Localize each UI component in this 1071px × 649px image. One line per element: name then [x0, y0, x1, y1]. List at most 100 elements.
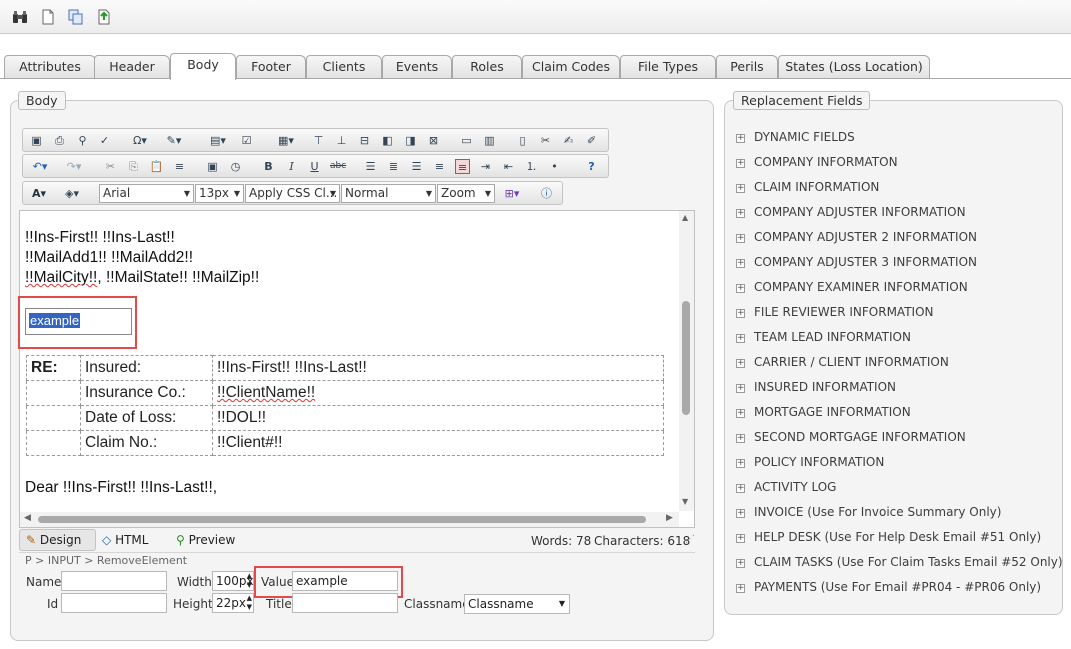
vertical-scrollbar[interactable]: ▲ ▼ — [679, 211, 694, 511]
spellcheck-icon[interactable]: ✓ — [97, 133, 112, 148]
tab-states-loss-location[interactable]: States (Loss Location) — [778, 55, 930, 79]
special-paste-icon[interactable]: ▣ — [205, 159, 220, 174]
paste-icon[interactable]: 📋 — [149, 159, 164, 174]
tab-footer[interactable]: Footer — [236, 55, 306, 79]
tree-item[interactable]: + DYNAMIC FIELDS — [736, 130, 855, 144]
help-icon[interactable]: ? — [584, 159, 599, 174]
horizontal-scroll-thumb[interactable] — [38, 516, 646, 523]
expand-icon[interactable]: + — [736, 234, 745, 243]
align-center-icon[interactable]: ≣ — [386, 159, 401, 174]
cut-cell-icon[interactable]: ✂ — [538, 133, 553, 148]
tree-item[interactable]: + COMPANY EXAMINER INFORMATION — [736, 280, 968, 294]
name-field[interactable] — [61, 571, 167, 591]
checkbox-icon[interactable]: ☑ — [239, 133, 254, 148]
redo-icon[interactable]: ↷▾ — [63, 159, 85, 174]
font-color-icon[interactable]: A▾ — [29, 186, 49, 201]
table-icon[interactable]: ▦▾ — [275, 133, 297, 148]
tree-item[interactable]: + HELP DESK (Use For Help Desk Email #51 … — [736, 530, 1041, 544]
expand-icon[interactable]: + — [736, 409, 745, 418]
tab-body[interactable]: Body — [170, 53, 236, 80]
expand-icon[interactable]: + — [736, 284, 745, 293]
expand-icon[interactable]: + — [736, 334, 745, 343]
expand-icon[interactable]: + — [736, 259, 745, 268]
delete-column-icon[interactable]: ⊠ — [426, 133, 441, 148]
italic-icon[interactable]: I — [284, 159, 299, 174]
merge-cells-icon[interactable]: ▭ — [459, 133, 474, 148]
info-icon[interactable]: ⓘ — [539, 186, 554, 201]
expand-icon[interactable]: + — [736, 359, 745, 368]
form-elements-icon[interactable]: ▤▾ — [207, 133, 229, 148]
copy-document-icon[interactable] — [68, 9, 84, 25]
scroll-right-icon[interactable]: ▶ — [666, 513, 673, 523]
expand-icon[interactable]: + — [736, 559, 745, 568]
vertical-scroll-thumb[interactable] — [682, 301, 690, 415]
paragraph-format-select[interactable]: Normal ▼ — [341, 184, 436, 203]
html-mode-tab[interactable]: ◇ HTML — [102, 533, 148, 547]
bold-icon[interactable]: B — [261, 159, 276, 174]
find-icon[interactable]: ⚲ — [75, 133, 90, 148]
expand-icon[interactable]: + — [736, 459, 745, 468]
expand-icon[interactable]: + — [736, 584, 745, 593]
paragraph-icon[interactable]: ≡ — [172, 159, 187, 174]
align-left-icon[interactable]: ☰ — [363, 159, 378, 174]
expand-icon[interactable]: + — [736, 509, 745, 518]
tree-item[interactable]: + CLAIM TASKS (Use For Claim Tasks Email … — [736, 555, 1063, 569]
edit-icon[interactable]: ✍ — [561, 133, 576, 148]
design-mode-tab[interactable]: ✎ Design — [19, 529, 96, 551]
font-family-select[interactable]: Arial ▼ — [99, 184, 194, 203]
expand-icon[interactable]: + — [736, 209, 745, 218]
outdent-icon[interactable]: ⇤ — [501, 159, 516, 174]
underline-icon[interactable]: U — [307, 159, 322, 174]
tab-file-types[interactable]: File Types — [620, 55, 716, 79]
expand-icon[interactable]: + — [736, 434, 745, 443]
expand-icon[interactable]: + — [736, 134, 745, 143]
insert-row-above-icon[interactable]: ⊤ — [311, 133, 326, 148]
justify-icon[interactable]: ≡ — [432, 159, 447, 174]
tab-roles[interactable]: Roles — [452, 55, 522, 79]
tab-clients[interactable]: Clients — [306, 55, 382, 79]
highlight-color-icon[interactable]: ◈▾ — [61, 186, 83, 201]
strikethrough-icon[interactable]: abc — [330, 159, 346, 174]
classname-select[interactable]: Classname ▼ — [464, 594, 570, 614]
binoculars-icon[interactable] — [12, 9, 28, 25]
split-cells-icon[interactable]: ▥ — [482, 133, 497, 148]
tab-claim-codes[interactable]: Claim Codes — [522, 55, 620, 79]
title-field[interactable] — [292, 593, 398, 613]
align-right-icon[interactable]: ☰ — [409, 159, 424, 174]
expand-icon[interactable]: + — [736, 484, 745, 493]
tree-item[interactable]: + COMPANY INFORMATON — [736, 155, 898, 169]
scroll-up-icon[interactable]: ▲ — [682, 213, 688, 222]
tree-item[interactable]: + SECOND MORTGAGE INFORMATION — [736, 430, 966, 444]
tree-item[interactable]: + COMPANY ADJUSTER INFORMATION — [736, 205, 966, 219]
table-properties-icon[interactable]: ✐ — [584, 133, 599, 148]
css-class-select[interactable]: Apply CSS Cl... ▼ — [245, 184, 340, 203]
delete-row-icon[interactable]: ⊟ — [357, 133, 372, 148]
tree-item[interactable]: + INVOICE (Use For Invoice Summary Only) — [736, 505, 1001, 519]
copy-icon[interactable]: ⎘ — [126, 159, 141, 174]
expand-icon[interactable]: + — [736, 534, 745, 543]
clock-icon[interactable]: ◷ — [228, 159, 243, 174]
justify-full-icon[interactable]: ≡ — [455, 159, 470, 174]
tree-item[interactable]: + MORTGAGE INFORMATION — [736, 405, 911, 419]
insert-row-below-icon[interactable]: ⊥ — [334, 133, 349, 148]
resize-grip-icon[interactable]: ⋰ — [685, 534, 695, 545]
tree-item[interactable]: + PAYMENTS (Use For Email #PR04 - #PR06 O… — [736, 580, 1041, 594]
tree-item[interactable]: + INSURED INFORMATION — [736, 380, 896, 394]
insert-column-right-icon[interactable]: ◨ — [403, 133, 418, 148]
insert-column-left-icon[interactable]: ◧ — [380, 133, 395, 148]
id-field[interactable] — [61, 593, 167, 613]
stepper-arrows-icon[interactable]: ▲ ▼ — [247, 594, 252, 612]
tree-item[interactable]: + CARRIER / CLIENT INFORMATION — [736, 355, 949, 369]
height-stepper[interactable]: 22px ▲ ▼ — [212, 593, 254, 613]
horizontal-scrollbar[interactable]: ◀ ▶ — [20, 512, 679, 527]
stepper-arrows-icon[interactable]: ▲ ▼ — [247, 572, 252, 590]
tab-events[interactable]: Events — [382, 55, 452, 79]
cell-properties-icon[interactable]: ▯ — [515, 133, 530, 148]
tree-item[interactable]: + TEAM LEAD INFORMATION — [736, 330, 911, 344]
bullet-list-icon[interactable]: • — [547, 159, 562, 174]
expand-icon[interactable]: + — [736, 184, 745, 193]
symbol-icon[interactable]: Ω▾ — [129, 133, 151, 148]
tree-item[interactable]: + FILE REVIEWER INFORMATION — [736, 305, 934, 319]
scroll-left-icon[interactable]: ◀ — [24, 513, 31, 523]
editor-area[interactable]: !!Ins-First!! !!Ins-Last!! !!MailAdd1!! … — [19, 210, 695, 528]
